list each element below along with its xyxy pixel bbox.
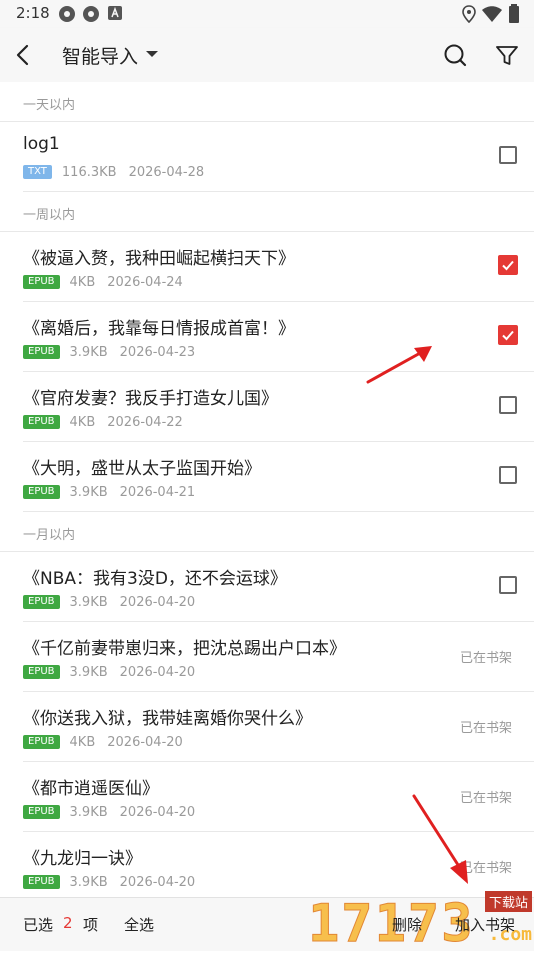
file-type-badge: EPUB	[23, 805, 60, 819]
file-row[interactable]: 《你送我入狱，我带娃离婚你哭什么》 EPUB 4KB 2026-04-20 已在…	[23, 692, 534, 762]
file-name: 《九龙归一诀》	[23, 849, 142, 869]
battery-icon	[509, 4, 519, 23]
select-checkbox[interactable]	[499, 396, 517, 414]
file-name: 《被逼入赘，我种田崛起横扫天下》	[23, 249, 295, 269]
filter-icon[interactable]	[494, 40, 520, 70]
checkmark-icon	[502, 330, 514, 341]
select-checkbox[interactable]	[499, 576, 517, 594]
select-checkbox[interactable]	[499, 466, 517, 484]
on-shelf-label: 已在书架	[459, 721, 512, 736]
file-size: 3.9KB	[69, 594, 108, 610]
file-size: 4KB	[69, 274, 96, 290]
file-meta: EPUB 3.9KB 2026-04-20	[23, 874, 195, 890]
file-type-badge: EPUB	[23, 485, 60, 499]
wifi-icon	[482, 6, 502, 22]
selected-unit: 项	[83, 916, 99, 934]
file-type-badge: EPUB	[23, 875, 60, 889]
file-type-badge: EPUB	[23, 735, 60, 749]
file-row[interactable]: log1 TXT 116.3KB 2026-04-28	[23, 122, 534, 192]
file-name: 《离婚后，我靠每日情报成首富！》	[23, 319, 295, 339]
file-date: 2026-04-22	[107, 414, 183, 430]
selected-count: 2	[63, 914, 73, 932]
file-size: 3.9KB	[69, 344, 108, 360]
file-meta: EPUB 3.9KB 2026-04-20	[23, 804, 195, 820]
file-size: 4KB	[69, 734, 96, 750]
back-arrow-icon[interactable]	[8, 38, 40, 72]
file-list: 一天以内 log1 TXT 116.3KB 2026-04-28 一周以内 《被…	[0, 82, 534, 897]
file-size: 4KB	[69, 414, 96, 430]
page-title[interactable]: 智能导入	[62, 42, 138, 69]
file-name: 《都市逍遥医仙》	[23, 779, 159, 799]
file-type-badge: EPUB	[23, 415, 60, 429]
add-to-shelf-button[interactable]: 加入书架	[455, 914, 515, 935]
file-row[interactable]: 《离婚后，我靠每日情报成首富！》 EPUB 3.9KB 2026-04-23	[23, 302, 534, 372]
file-type-badge: EPUB	[23, 665, 60, 679]
file-meta: EPUB 4KB 2026-04-24	[23, 274, 183, 290]
bottom-action-bar: 已选 2 项 全选 删除 加入书架	[0, 897, 534, 951]
file-size: 3.9KB	[69, 874, 108, 890]
file-meta: TXT 116.3KB 2026-04-28	[23, 164, 204, 180]
file-size: 3.9KB	[69, 484, 108, 500]
file-date: 2026-04-20	[119, 594, 196, 610]
file-type-badge: EPUB	[23, 345, 60, 359]
select-checkbox-checked[interactable]	[498, 255, 518, 275]
search-icon[interactable]	[440, 40, 470, 70]
file-type-badge: EPUB	[23, 275, 60, 289]
file-meta: EPUB 3.9KB 2026-04-23	[23, 344, 195, 360]
dropdown-caret-icon[interactable]	[146, 51, 158, 57]
select-checkbox-checked[interactable]	[498, 325, 518, 345]
file-name: 《大明，盛世从太子监国开始》	[23, 459, 261, 479]
file-size: 3.9KB	[69, 804, 108, 820]
section-header: 一周以内	[0, 192, 534, 232]
on-shelf-label: 已在书架	[459, 651, 512, 666]
file-name: 《你送我入狱，我带娃离婚你哭什么》	[23, 709, 312, 729]
file-name: log1	[23, 134, 60, 154]
selected-label: 已选	[23, 916, 54, 934]
app-notification-icon	[59, 6, 75, 22]
file-row[interactable]: 《大明，盛世从太子监国开始》 EPUB 3.9KB 2026-04-21	[23, 442, 534, 512]
file-meta: EPUB 4KB 2026-04-22	[23, 414, 183, 430]
file-date: 2026-04-20	[119, 874, 196, 890]
file-date: 2026-04-28	[128, 164, 205, 180]
section-header: 一月以内	[0, 512, 534, 552]
on-shelf-label: 已在书架	[459, 791, 512, 806]
file-name: 《千亿前妻带崽归来，把沈总踢出户口本》	[23, 639, 346, 659]
file-date: 2026-04-20	[119, 804, 196, 820]
file-date: 2026-04-21	[119, 484, 196, 500]
section-header: 一天以内	[0, 82, 534, 122]
select-all-button[interactable]: 全选	[124, 914, 154, 935]
status-bar: 2:18	[0, 0, 534, 28]
file-date: 2026-04-20	[107, 734, 183, 750]
file-row[interactable]: 《九龙归一诀》 EPUB 3.9KB 2026-04-20 已在书架	[23, 832, 534, 897]
file-meta: EPUB 3.9KB 2026-04-21	[23, 484, 195, 500]
file-row[interactable]: 《NBA：我有3没D，还不会运球》 EPUB 3.9KB 2026-04-20	[23, 552, 534, 622]
file-meta: EPUB 4KB 2026-04-20	[23, 734, 183, 750]
file-row[interactable]: 《被逼入赘，我种田崛起横扫天下》 EPUB 4KB 2026-04-24	[23, 232, 534, 302]
file-date: 2026-04-20	[119, 664, 196, 680]
file-type-badge: TXT	[23, 165, 52, 179]
checkmark-icon	[502, 260, 514, 271]
file-size: 116.3KB	[61, 164, 117, 180]
file-name: 《NBA：我有3没D，还不会运球》	[23, 569, 287, 589]
file-row[interactable]: 《官府发妻？我反手打造女儿国》 EPUB 4KB 2026-04-22	[23, 372, 534, 442]
file-type-badge: EPUB	[23, 595, 60, 609]
file-meta: EPUB 3.9KB 2026-04-20	[23, 664, 195, 680]
font-notification-icon	[108, 6, 122, 20]
file-meta: EPUB 3.9KB 2026-04-20	[23, 594, 195, 610]
status-time: 2:18	[16, 4, 50, 22]
top-app-bar: 智能导入	[0, 28, 534, 82]
select-checkbox[interactable]	[499, 146, 517, 164]
on-shelf-label: 已在书架	[459, 861, 512, 876]
file-date: 2026-04-24	[107, 274, 183, 290]
file-size: 3.9KB	[69, 664, 108, 680]
delete-button[interactable]: 删除	[392, 914, 422, 935]
file-row[interactable]: 《千亿前妻带崽归来，把沈总踢出户口本》 EPUB 3.9KB 2026-04-2…	[23, 622, 534, 692]
location-icon	[462, 5, 476, 23]
file-row[interactable]: 《都市逍遥医仙》 EPUB 3.9KB 2026-04-20 已在书架	[23, 762, 534, 832]
file-date: 2026-04-23	[119, 344, 196, 360]
app-notification-icon	[83, 6, 99, 22]
file-name: 《官府发妻？我反手打造女儿国》	[23, 389, 278, 409]
